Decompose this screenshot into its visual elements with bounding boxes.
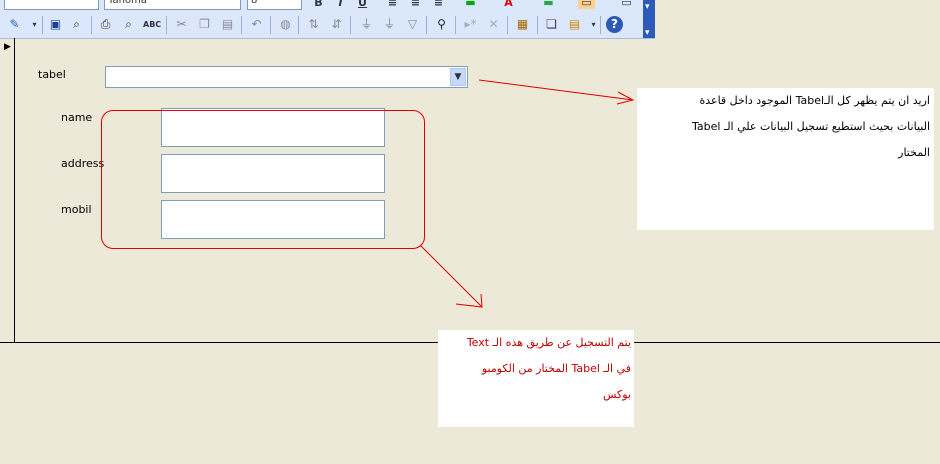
toolbar-options-grip-2[interactable] <box>643 12 655 38</box>
paste-icon[interactable]: ▤ <box>219 16 236 33</box>
record-selector[interactable]: ▶ <box>0 38 15 342</box>
new-object-icon[interactable]: ▤ <box>566 16 583 33</box>
note-textbox-explanation: يتم التسجيل عن طريق هذه الـ Text في الـ … <box>438 330 634 427</box>
toolbar-options-grip[interactable] <box>643 0 655 12</box>
bold-icon[interactable]: B <box>310 0 327 9</box>
current-record-arrow-icon: ▶ <box>4 42 11 52</box>
filter-by-selection-icon[interactable]: ⏚ <box>358 16 375 33</box>
tabel-combo-box[interactable]: ▼ <box>105 66 468 88</box>
form-design-toolbar: ✎ ▾ ▣ ⌕ ⎙ ⌕ ABC ✂ ❐ ▤ ↶ ◍ ⇅ ⇵ ⏚ ⏚ ▽ ⚲ ▸*… <box>0 12 655 39</box>
print-preview-icon[interactable]: ⌕ <box>120 16 137 33</box>
align-left-icon[interactable]: ≡ <box>384 0 401 9</box>
font-size-combo[interactable]: 8 <box>247 0 302 10</box>
hyperlink-icon[interactable]: ◍ <box>277 16 294 33</box>
undo-icon[interactable]: ↶ <box>248 16 265 33</box>
mobil-label: mobil <box>61 203 92 216</box>
save-icon[interactable]: ▣ <box>47 16 64 33</box>
note1-line-3: المختار <box>898 146 930 159</box>
print-icon[interactable]: ⎙ <box>97 16 114 33</box>
font-name-combo[interactable]: Tahoma <box>104 0 241 10</box>
italic-icon[interactable]: I <box>332 0 349 9</box>
find-icon[interactable]: ⚲ <box>433 16 450 33</box>
tabel-label: tabel <box>38 68 66 81</box>
database-window-icon[interactable]: ❏ <box>543 16 560 33</box>
help-icon[interactable]: ? <box>606 16 623 33</box>
note1-line-1: اريد ان يتم يظهر كل الـTabel الموجود داخ… <box>699 94 930 107</box>
line-color-icon[interactable]: ▬ <box>540 0 557 9</box>
note1-line-2: البيانات بحيث استطيع تسجيل البيانات علي … <box>692 120 930 133</box>
view-icon[interactable]: ✎ <box>6 16 23 33</box>
cut-icon[interactable]: ✂ <box>173 16 190 33</box>
properties-icon[interactable]: ▦ <box>514 16 531 33</box>
file-search-icon[interactable]: ⌕ <box>68 16 85 33</box>
note2-line-1: يتم التسجيل عن طريق هذه الـ Text <box>466 336 631 349</box>
border-width-icon[interactable]: ▭ <box>578 0 595 9</box>
align-right-icon[interactable]: ≡ <box>430 0 447 9</box>
address-label: address <box>61 157 105 170</box>
name-label: name <box>61 111 93 124</box>
view-dropdown-icon[interactable]: ▾ <box>26 16 43 33</box>
underline-icon[interactable]: U <box>354 0 371 9</box>
note-tabel-request: اريد ان يتم يظهر كل الـTabel الموجود داخ… <box>637 88 934 230</box>
delete-record-icon[interactable]: ✕ <box>485 16 502 33</box>
note2-line-3: بوكس <box>602 388 631 401</box>
chevron-down-icon[interactable]: ▼ <box>450 68 466 86</box>
apply-filter-icon[interactable]: ▽ <box>404 16 421 33</box>
spelling-icon[interactable]: ABC <box>143 16 161 33</box>
fill-color-icon[interactable]: ▬ <box>462 0 479 9</box>
object-combo[interactable] <box>4 0 99 10</box>
textboxes-highlight-annotation <box>101 110 425 249</box>
copy-icon[interactable]: ❐ <box>196 16 213 33</box>
sort-descending-icon[interactable]: ⇵ <box>328 16 345 33</box>
new-record-icon[interactable]: ▸* <box>462 16 479 33</box>
sort-ascending-icon[interactable]: ⇅ <box>305 16 322 33</box>
filter-by-form-icon[interactable]: ⏚ <box>381 16 398 33</box>
special-effect-icon[interactable]: ▭ <box>618 0 635 9</box>
font-color-icon[interactable]: A <box>500 0 517 9</box>
note2-line-2: في الـ Tabel المختار من الكومبو <box>481 362 631 375</box>
align-center-icon[interactable]: ≡ <box>407 0 424 9</box>
